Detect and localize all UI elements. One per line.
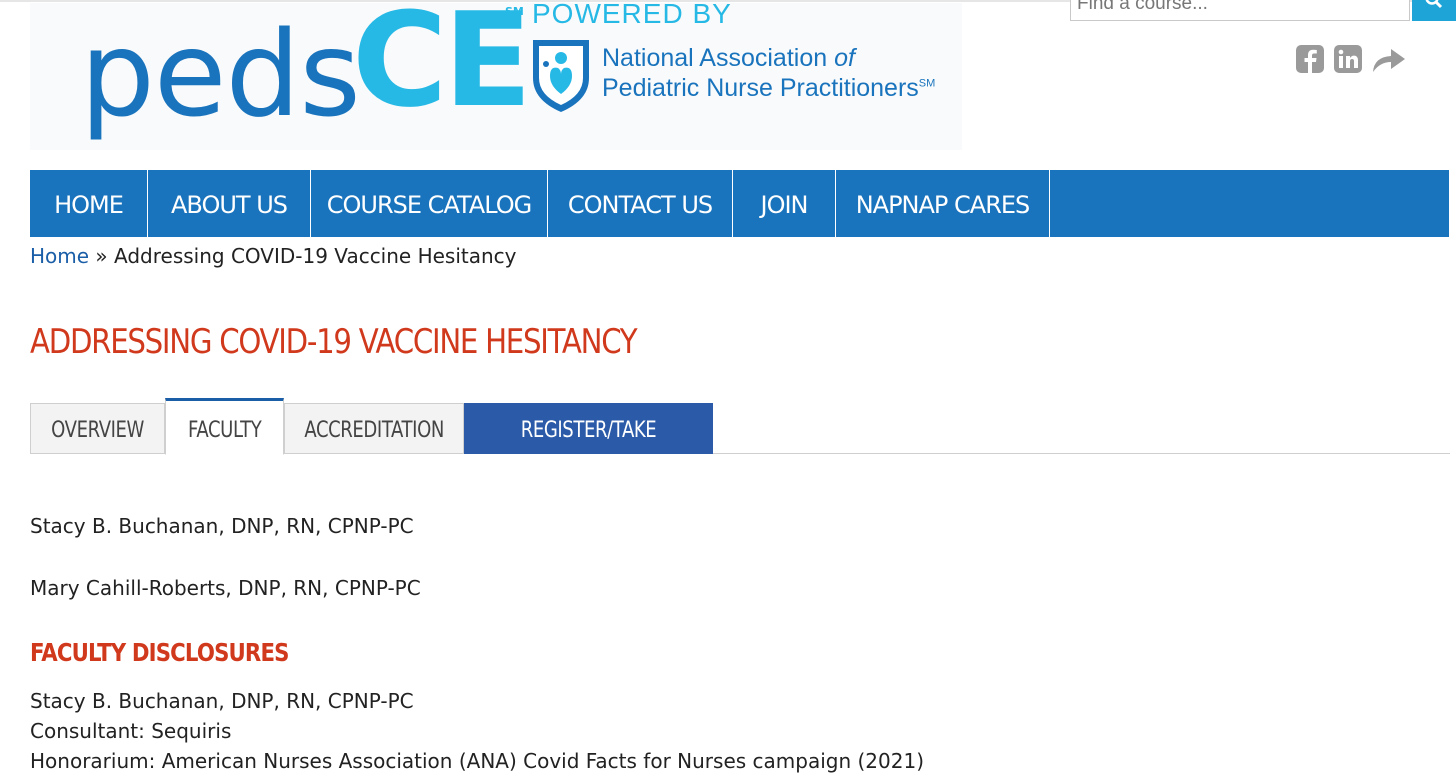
logo-peds-text: peds <box>80 5 361 143</box>
faculty-member-1: Stacy B. Buchanan, DNP, RN, CPNP-PC <box>30 514 414 538</box>
faculty-member-2: Mary Cahill-Roberts, DNP, RN, CPNP-PC <box>30 576 421 600</box>
faculty-disclosures-heading: FACULTY DISCLOSURES <box>30 638 289 667</box>
org-name-line1: National Association of <box>602 44 855 72</box>
nav-item-join[interactable]: JOIN <box>733 170 836 237</box>
facebook-icon[interactable] <box>1295 44 1325 74</box>
share-icon[interactable] <box>1371 44 1407 74</box>
nav-item-course-catalog[interactable]: COURSE CATALOG <box>311 170 548 237</box>
disclosure-line-2: Consultant: Sequiris <box>30 719 232 743</box>
linkedin-icon[interactable] <box>1333 44 1363 74</box>
breadcrumb-current: Addressing COVID-19 Vaccine Hesitancy <box>114 244 517 268</box>
tab-overview[interactable]: OVERVIEW <box>30 403 165 454</box>
page-title: ADDRESSING COVID-19 VACCINE HESITANCY <box>30 322 638 362</box>
logo-service-mark: SM <box>505 5 524 18</box>
nav-item-contact-us[interactable]: CONTACT US <box>548 170 733 237</box>
search-icon <box>1425 0 1443 9</box>
tab-register-take-course[interactable]: REGISTER/TAKE COURSE <box>464 403 713 497</box>
nav-item-home[interactable]: HOME <box>30 170 148 237</box>
logo-ce-text: CE <box>352 0 532 136</box>
breadcrumb: Home » Addressing COVID-19 Vaccine Hesit… <box>30 244 517 268</box>
org-name-line2: Pediatric Nurse PractitionersSM <box>602 74 936 102</box>
nav-item-napnap-cares[interactable]: NAPNAP CARES <box>836 170 1050 237</box>
search-input[interactable]: Find a course... <box>1070 0 1410 21</box>
search-button[interactable] <box>1412 0 1456 21</box>
breadcrumb-home-link[interactable]: Home <box>30 244 89 268</box>
breadcrumb-separator: » <box>89 244 115 268</box>
napnap-shield-icon <box>533 40 589 112</box>
main-navigation: HOME ABOUT US COURSE CATALOG CONTACT US … <box>30 170 1449 237</box>
nav-item-about-us[interactable]: ABOUT US <box>148 170 311 237</box>
disclosure-line-1: Stacy B. Buchanan, DNP, RN, CPNP-PC <box>30 689 414 713</box>
powered-by-text: POWERED BY <box>532 0 732 29</box>
disclosure-line-3: Honorarium: American Nurses Association … <box>30 749 924 773</box>
tab-faculty[interactable]: FACULTY <box>165 398 284 455</box>
tab-accreditation[interactable]: ACCREDITATION <box>284 403 464 454</box>
